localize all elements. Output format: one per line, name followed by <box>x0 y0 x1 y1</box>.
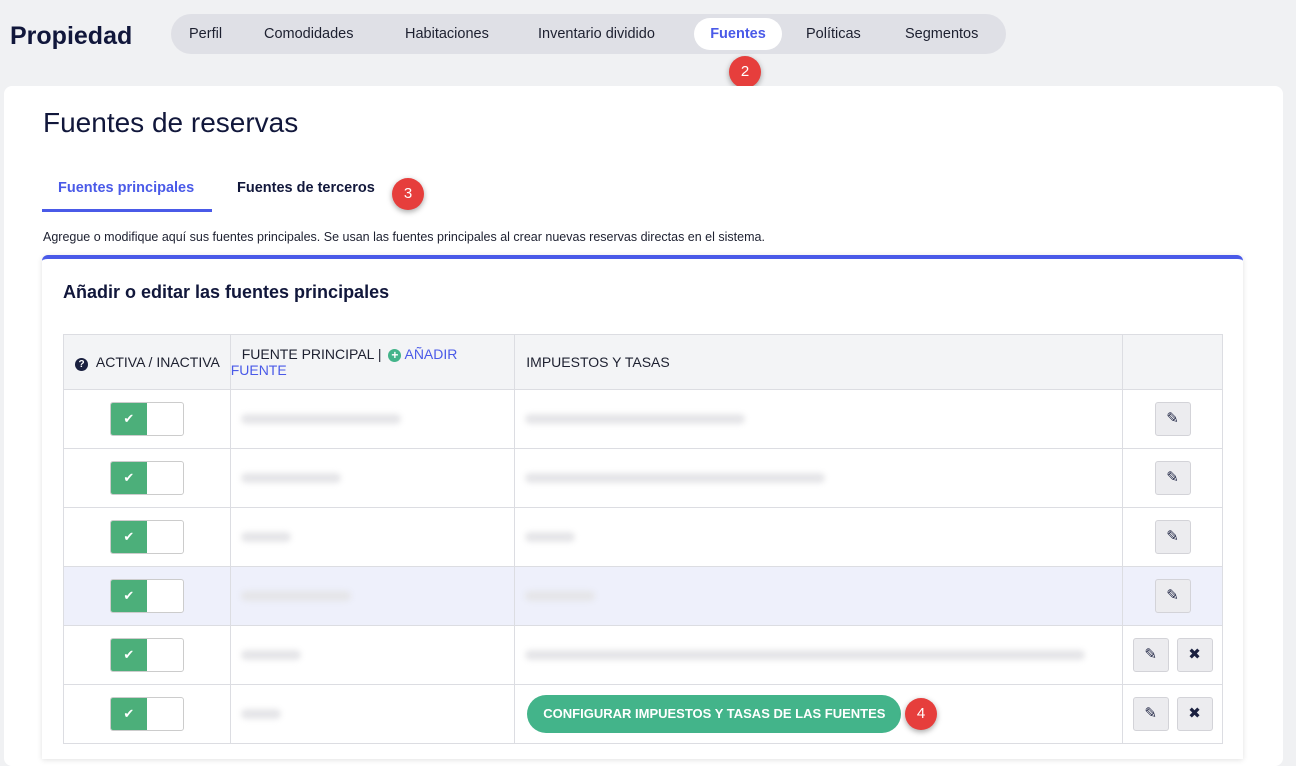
subtab-fuentes-terceros[interactable]: Fuentes de terceros <box>237 180 375 196</box>
edit-button[interactable]: ✎ <box>1154 461 1191 495</box>
tab-politicas[interactable]: Políticas <box>806 23 861 45</box>
table-row: ✔ ✎ <box>63 566 1223 626</box>
description-text: Agregue o modifique aquí sus fuentes pri… <box>43 230 765 244</box>
check-icon: ✔ <box>110 403 147 435</box>
redacted-text <box>525 532 576 542</box>
subtab-fuentes-principales[interactable]: Fuentes principales <box>58 180 194 196</box>
redacted-text <box>240 532 291 542</box>
panel-title: Añadir o editar las fuentes principales <box>63 282 390 302</box>
table-row: ✔ CONFIGURAR IMPUESTOS Y TASAS DE LAS FU… <box>63 684 1223 744</box>
table-row: ✔ ✎ ✖ <box>63 625 1223 685</box>
edit-button[interactable]: ✎ <box>1154 579 1191 613</box>
col-taxes-header: IMPUESTOS Y TASAS <box>514 334 1124 390</box>
active-toggle[interactable]: ✔ <box>109 638 184 672</box>
brand-title: Propiedad <box>10 22 133 50</box>
pencil-icon: ✎ <box>1144 646 1157 663</box>
delete-button[interactable]: ✖ <box>1176 638 1213 672</box>
pencil-icon: ✎ <box>1144 705 1157 722</box>
active-toggle[interactable]: ✔ <box>109 697 184 731</box>
active-toggle[interactable]: ✔ <box>109 520 184 554</box>
top-nav: Perfil Comodidades Habitaciones Inventar… <box>171 14 1006 54</box>
redacted-text <box>240 591 351 601</box>
col-source-header: FUENTE PRINCIPAL | + AÑADIR FUENTE <box>229 334 516 390</box>
redacted-text <box>240 473 341 483</box>
sources-table: ? ACTIVA / INACTIVA FUENTE PRINCIPAL | +… <box>63 334 1223 744</box>
active-toggle[interactable]: ✔ <box>109 402 184 436</box>
close-circle-icon: ✖ <box>1188 705 1201 722</box>
check-icon: ✔ <box>110 698 147 730</box>
col-active-header: ? ACTIVA / INACTIVA <box>63 334 231 390</box>
edit-button[interactable]: ✎ <box>1132 638 1169 672</box>
check-icon: ✔ <box>110 462 147 494</box>
pencil-icon: ✎ <box>1166 528 1179 545</box>
edit-button[interactable]: ✎ <box>1132 697 1169 731</box>
step-badge: 3 <box>392 178 424 210</box>
redacted-text <box>240 650 301 660</box>
redacted-text <box>240 709 281 719</box>
page-title: Fuentes de reservas <box>43 107 299 138</box>
check-icon: ✔ <box>110 521 147 553</box>
delete-button[interactable]: ✖ <box>1176 697 1213 731</box>
step-badge: 2 <box>729 56 761 88</box>
pencil-icon: ✎ <box>1166 410 1179 427</box>
active-toggle[interactable]: ✔ <box>109 461 184 495</box>
table-row: ✔ ✎ <box>63 448 1223 508</box>
edit-button[interactable]: ✎ <box>1154 402 1191 436</box>
check-icon: ✔ <box>110 580 147 612</box>
tab-fuentes[interactable]: Fuentes <box>694 18 782 50</box>
table-header: ? ACTIVA / INACTIVA FUENTE PRINCIPAL | +… <box>63 334 1223 390</box>
pencil-icon: ✎ <box>1166 587 1179 604</box>
active-toggle[interactable]: ✔ <box>109 579 184 613</box>
col-actions-header <box>1122 334 1223 390</box>
tab-inventario-dividido[interactable]: Inventario dividido <box>538 23 655 45</box>
help-icon[interactable]: ? <box>75 357 88 371</box>
redacted-text <box>525 414 746 424</box>
table-row: ✔ ✎ <box>63 389 1223 449</box>
tab-perfil[interactable]: Perfil <box>189 23 222 45</box>
active-subtab-indicator <box>42 209 212 212</box>
table-row: ✔ ✎ <box>63 507 1223 567</box>
check-icon: ✔ <box>110 639 147 671</box>
redacted-text <box>525 650 1086 660</box>
tab-segmentos[interactable]: Segmentos <box>905 23 978 45</box>
configure-taxes-button[interactable]: CONFIGURAR IMPUESTOS Y TASAS DE LAS FUEN… <box>527 695 902 733</box>
step-badge: 4 <box>905 698 937 730</box>
plus-circle-icon: + <box>388 349 402 362</box>
close-circle-icon: ✖ <box>1188 646 1201 663</box>
pencil-icon: ✎ <box>1166 469 1179 486</box>
redacted-text <box>525 473 826 483</box>
tab-habitaciones[interactable]: Habitaciones <box>405 23 489 45</box>
redacted-text <box>240 414 401 424</box>
edit-button[interactable]: ✎ <box>1154 520 1191 554</box>
tab-comodidades[interactable]: Comodidades <box>264 23 353 45</box>
redacted-text <box>525 591 596 601</box>
